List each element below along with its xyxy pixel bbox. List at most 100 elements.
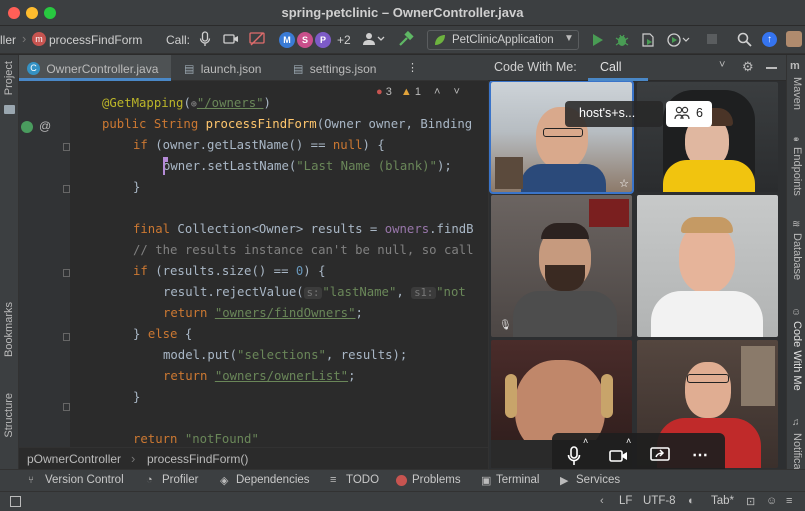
participant-avatar[interactable]: S [297, 32, 313, 48]
more-options-icon[interactable]: ⋯ [692, 445, 708, 465]
editor-breadcrumb-bar: pOwnerController › processFindForm() [19, 447, 488, 469]
run-configuration-selector[interactable]: PetClinicApplication ▼ [427, 30, 579, 50]
user-permissions-icon[interactable] [363, 32, 385, 49]
annotation-token: @GetMapping [102, 96, 184, 110]
run-icon[interactable] [592, 33, 604, 50]
gear-icon[interactable]: ⚙ [742, 59, 754, 75]
tool-version-control[interactable]: Version Control [45, 474, 124, 486]
video-tile-participant[interactable] [637, 195, 778, 337]
tool-window-database[interactable]: Database [791, 233, 803, 280]
code-editor[interactable]: ● 3 ▲ 1 ˄ ˅ @GetMapping(⊕"/owners") publ… [70, 81, 488, 447]
inspection-profile-icon[interactable]: ☺ [766, 495, 777, 507]
indent-setting[interactable]: Tab* [711, 495, 734, 507]
todo-icon: ≡ [330, 474, 337, 486]
mapping-path-token[interactable]: "/owners" [197, 96, 264, 110]
code-with-me-icon: ☺ [791, 307, 802, 318]
tool-window-endpoints[interactable]: Endpoints [791, 147, 803, 196]
memory-indicator-icon[interactable]: ≡ [786, 495, 792, 507]
breadcrumb-method[interactable]: processFindForm [49, 33, 142, 47]
tab-label: launch.json [200, 61, 262, 76]
inspection-widget[interactable]: ● 3 ▲ 1 ˄ ˅ [376, 86, 460, 98]
tab-overflow-icon[interactable]: ⋮ [407, 61, 418, 74]
spring-mapping-gutter-icon[interactable] [21, 121, 33, 133]
line-separator[interactable]: LF [619, 495, 632, 507]
participants-extra-count[interactable]: +2 [337, 33, 351, 47]
fold-marker-icon[interactable] [63, 143, 70, 151]
file-encoding[interactable]: UTF-8 [643, 495, 676, 507]
tool-windows-toggle-icon[interactable] [10, 496, 21, 507]
build-hammer-icon[interactable] [398, 30, 414, 50]
code-line: owner.setLastName("Last Name (blank)"); [163, 159, 452, 173]
tool-todo[interactable]: TODO [346, 474, 379, 486]
at-gutter-icon[interactable]: @ [39, 119, 51, 133]
profiler-icon: ◔ [146, 474, 153, 486]
screen-share-off-icon[interactable] [249, 32, 265, 49]
lock-icon[interactable]: ⊡ [746, 495, 755, 508]
chevron-left-icon[interactable]: ‹ [600, 495, 604, 507]
tab-call[interactable]: Call [588, 55, 648, 81]
fold-marker-icon[interactable] [63, 185, 70, 193]
tool-dependencies[interactable]: Dependencies [236, 474, 310, 486]
chevron-down-icon[interactable]: ˅ [719, 59, 725, 71]
stop-icon[interactable] [707, 34, 717, 44]
method-badge: m [32, 32, 46, 46]
tab-settings-json[interactable]: ▤ settings.json [285, 55, 403, 81]
user-avatar[interactable] [786, 31, 802, 47]
breadcrumb-class[interactable]: pOwnerController [27, 452, 121, 466]
tool-window-project[interactable]: Project [3, 61, 15, 95]
tool-window-maven[interactable]: Maven [791, 77, 803, 110]
video-tile-participant[interactable]: 🎙 [491, 195, 632, 337]
tool-window-structure[interactable]: Structure [3, 393, 15, 438]
tool-profiler[interactable]: Profiler [162, 474, 198, 486]
search-icon[interactable] [737, 32, 752, 50]
error-icon: ● [376, 86, 383, 98]
code-line: return "owners/findOwners"; [163, 306, 363, 320]
tool-problems[interactable]: Problems [412, 474, 461, 486]
dependencies-icon: ◈ [220, 475, 229, 487]
fold-marker-icon[interactable] [63, 269, 70, 277]
chevron-up-icon[interactable]: ˄ [626, 436, 631, 446]
video-tile-host[interactable]: ☆ [489, 80, 634, 194]
camera-toggle-button[interactable] [609, 449, 629, 466]
remote-caret-flag [163, 157, 168, 162]
chevron-down-icon[interactable]: ˅ [454, 86, 460, 98]
minimize-panel-icon[interactable] [766, 67, 777, 69]
tool-services[interactable]: Services [576, 474, 620, 486]
tab-launch-json[interactable]: ▤ launch.json [176, 55, 284, 81]
breadcrumb-class[interactable]: ller [0, 33, 16, 47]
tool-terminal[interactable]: Terminal [496, 474, 539, 486]
video-tile-participant[interactable] [637, 82, 778, 192]
screen-share-button[interactable] [650, 447, 670, 466]
participant-avatar[interactable]: M [279, 32, 295, 48]
microphone-icon[interactable] [199, 31, 211, 50]
coverage-icon[interactable] [640, 32, 656, 51]
participant-count: 6 [696, 106, 703, 120]
readonly-lock-icon[interactable]: ◐ [688, 495, 695, 507]
code-line: final Collection<Owner> results = owners… [133, 222, 474, 236]
code-line: } [133, 180, 141, 194]
participants-count-badge[interactable]: 6 [666, 101, 712, 127]
star-icon[interactable]: ☆ [619, 177, 629, 190]
code-line: if (owner.getLastName() == null) { [133, 138, 385, 152]
breadcrumb-method[interactable]: processFindForm() [147, 452, 248, 466]
tool-window-bookmarks[interactable]: Bookmarks [3, 302, 15, 357]
chevron-up-icon[interactable]: ˄ [583, 436, 588, 446]
debug-icon[interactable] [614, 32, 630, 51]
update-arrow-icon[interactable]: ↑ [762, 32, 777, 47]
participant-avatar[interactable]: P [315, 32, 331, 48]
code-line: @GetMapping(⊕"/owners") [102, 96, 271, 110]
chevron-up-icon[interactable]: ˄ [434, 86, 440, 98]
microphone-toggle-button[interactable] [567, 446, 581, 469]
code-line: return "owners/ownerList"; [163, 369, 356, 383]
fold-marker-icon[interactable] [63, 333, 70, 341]
java-class-icon: C [27, 62, 40, 76]
fold-marker-icon[interactable] [63, 403, 70, 411]
tool-window-code-with-me[interactable]: Code With Me [791, 321, 803, 391]
profiler-run-icon[interactable] [666, 32, 690, 51]
tab-ownercontroller[interactable]: C OwnerController.java [19, 55, 171, 81]
camera-icon[interactable] [223, 33, 239, 48]
status-bar: ‹ LF UTF-8 ◐ Tab* ⊡ ☺ ≡ [0, 491, 805, 511]
terminal-icon: ▣ [481, 475, 492, 487]
code-line: if (results.size() == 0) { [133, 264, 326, 278]
navigation-toolbar: ller › m processFindForm Call: M S P +2 … [0, 26, 805, 54]
